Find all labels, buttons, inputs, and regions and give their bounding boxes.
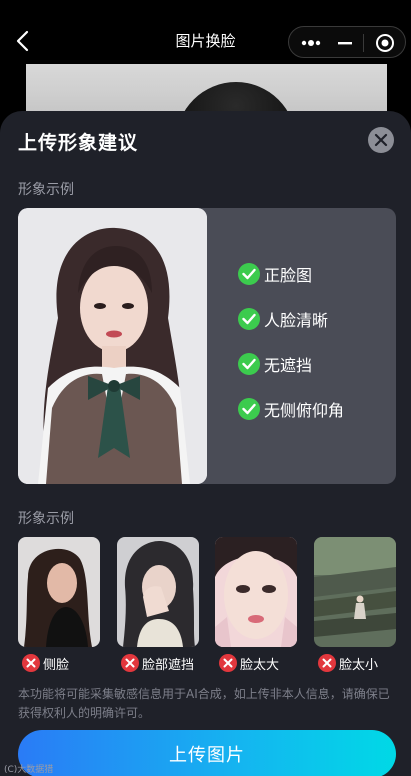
bad-example-item: 脸太大 <box>219 653 279 673</box>
bad-example-label: 侧脸 <box>43 657 70 673</box>
bad-example-label: 脸太大 <box>240 657 280 673</box>
requirement-list: 正脸图 人脸清晰 无遮挡 无侧俯仰角 <box>238 262 344 442</box>
bad-example-section-label: 形象示例 <box>18 511 74 527</box>
minus-icon[interactable] <box>335 33 355 53</box>
close-button[interactable] <box>368 127 394 153</box>
bad-example-thumb-face-covered <box>117 537 199 647</box>
requirement-item: 正脸图 <box>238 262 344 286</box>
upload-image-button[interactable]: 上传图片 <box>18 730 396 776</box>
requirement-label: 无侧俯仰角 <box>264 401 345 420</box>
close-icon <box>374 133 388 147</box>
requirement-label: 无遮挡 <box>264 356 313 375</box>
target-circle-icon[interactable] <box>375 33 395 53</box>
watermark: (C)大数据猎 <box>4 765 54 775</box>
example-section-label: 形象示例 <box>18 182 74 198</box>
sheet-title: 上传形象建议 <box>18 132 139 154</box>
cross-icon <box>318 654 336 672</box>
bad-example-list: 侧脸 脸部遮挡 脸太大 脸太小 <box>18 537 411 673</box>
cross-icon <box>22 654 40 672</box>
requirement-item: 无侧俯仰角 <box>238 397 344 421</box>
check-icon <box>238 398 260 420</box>
cross-icon <box>121 654 139 672</box>
bad-example-thumb-face-too-big <box>215 537 297 647</box>
bad-example-item: 脸太小 <box>318 653 378 673</box>
check-icon <box>238 308 260 330</box>
requirement-item: 无遮挡 <box>238 352 344 376</box>
capsule-divider <box>363 34 364 52</box>
more-dots-icon[interactable] <box>299 33 323 53</box>
privacy-disclaimer: 本功能将可能采集敏感信息用于AI合成，如上传非本人信息，请确保已获得权利人的明确… <box>18 687 390 720</box>
bad-example-item: 脸部遮挡 <box>121 653 194 673</box>
bad-example-label: 脸部遮挡 <box>142 657 195 673</box>
bad-example-thumb-face-too-small <box>314 537 396 647</box>
cross-icon <box>219 654 237 672</box>
requirement-item: 人脸清晰 <box>238 307 344 331</box>
bad-example-item: 侧脸 <box>22 653 69 673</box>
good-example-portrait <box>18 208 207 484</box>
mini-program-capsule <box>288 26 406 58</box>
good-example-card: 正脸图 人脸清晰 无遮挡 无侧俯仰角 <box>18 208 396 484</box>
upload-suggestion-sheet: 上传形象建议 形象示例 正脸图 人脸清晰 无遮挡 无侧俯仰角 形象示例 侧脸 脸… <box>0 111 411 776</box>
requirement-label: 正脸图 <box>264 266 313 285</box>
requirement-label: 人脸清晰 <box>264 311 329 330</box>
check-icon <box>238 263 260 285</box>
bad-example-label: 脸太小 <box>339 657 379 673</box>
check-icon <box>238 353 260 375</box>
bad-example-thumb-side-face <box>18 537 100 647</box>
